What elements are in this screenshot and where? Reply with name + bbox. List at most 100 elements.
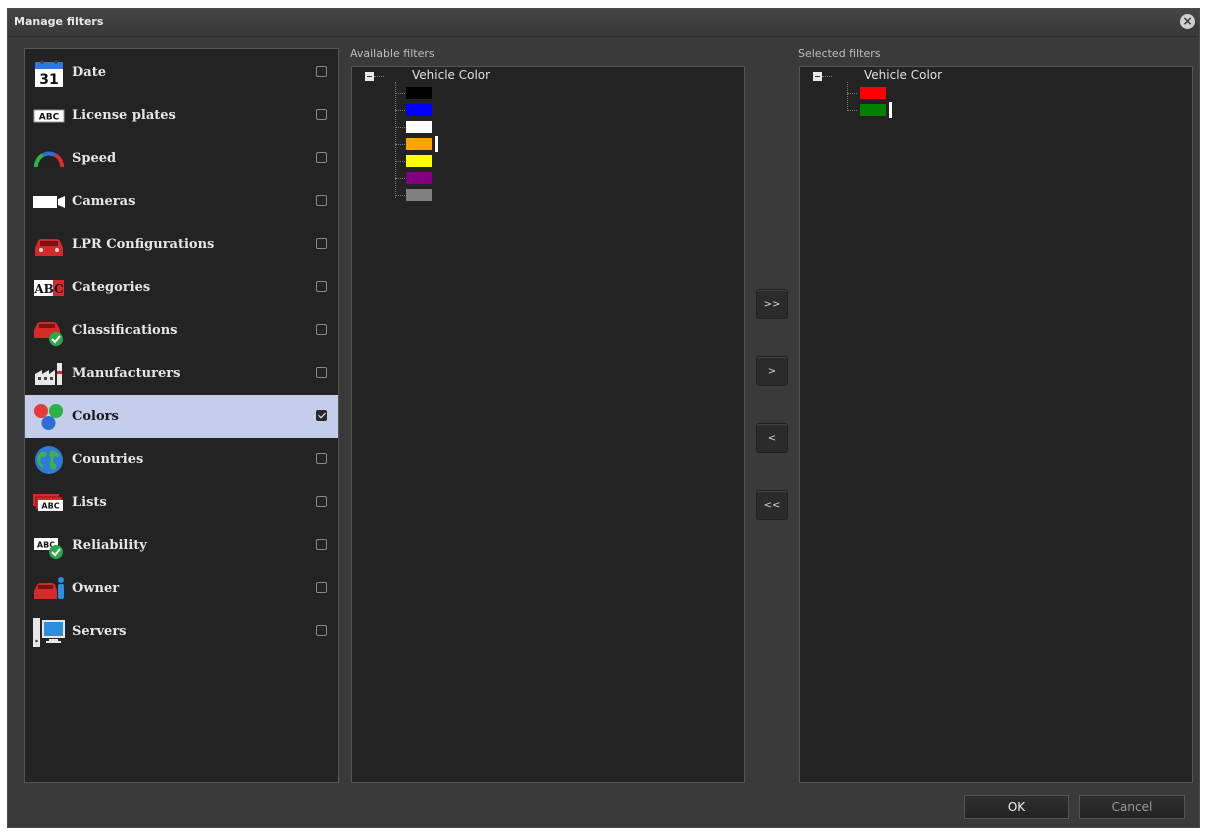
category-label: License plates [72, 108, 176, 123]
remove-all-button[interactable]: << [756, 490, 788, 520]
category-item-owner[interactable]: Owner [25, 567, 338, 610]
category-label: Servers [72, 624, 127, 639]
category-item-servers[interactable]: Servers [25, 610, 338, 653]
category-checkbox[interactable] [316, 66, 327, 77]
category-item-categories[interactable]: ABC Categories [25, 266, 338, 309]
tree-connector [395, 161, 405, 162]
category-checkbox[interactable] [316, 453, 327, 464]
category-checkbox[interactable] [316, 367, 327, 378]
tree-connector [395, 110, 405, 111]
category-checkbox[interactable] [316, 152, 327, 163]
category-label: LPR Configurations [72, 237, 215, 252]
close-icon[interactable]: × [1180, 14, 1195, 29]
category-checkbox[interactable] [316, 539, 327, 550]
tree-connector [395, 144, 405, 145]
tree-connector [847, 82, 848, 111]
tree-connector [374, 76, 384, 77]
color-swatch-red[interactable] [860, 87, 886, 99]
manage-filters-dialog: Manage filters × 31 Date ABC License pla… [7, 8, 1200, 828]
category-checkbox[interactable] [316, 496, 327, 507]
color-swatch-blue[interactable] [406, 104, 432, 116]
category-item-cameras[interactable]: Cameras [25, 180, 338, 223]
category-label: Date [72, 65, 106, 80]
category-item-speed[interactable]: Speed [25, 137, 338, 180]
svg-text:ABC: ABC [39, 113, 60, 123]
filter-category-list: 31 Date ABC License plates Speed Cameras [24, 48, 339, 783]
color-swatch-black[interactable] [406, 87, 432, 99]
car-icon [33, 230, 65, 260]
category-checkbox[interactable] [316, 195, 327, 206]
category-checkbox[interactable] [316, 109, 327, 120]
tree-connector [847, 110, 857, 111]
tree-group-label[interactable]: Vehicle Color [412, 68, 490, 82]
available-filters-header: Available filters [350, 47, 435, 60]
categories-icon: ABC [33, 273, 65, 303]
color-swatch-purple[interactable] [406, 172, 432, 184]
add-button[interactable]: > [756, 356, 788, 386]
svg-text:ABC: ABC [41, 502, 59, 511]
ok-button[interactable]: OK [964, 795, 1069, 819]
category-checkbox[interactable] [316, 281, 327, 292]
collapse-icon[interactable] [365, 72, 374, 81]
color-swatch-green[interactable] [860, 104, 886, 116]
cancel-button[interactable]: Cancel [1079, 795, 1185, 819]
category-item-manufacturers[interactable]: Manufacturers [25, 352, 338, 395]
category-item-lists[interactable]: ABC Lists [25, 481, 338, 524]
dialog-title: Manage filters [14, 15, 104, 28]
category-checkbox[interactable] [316, 582, 327, 593]
tree-connector [395, 82, 396, 198]
category-checkbox[interactable] [316, 238, 327, 249]
camera-icon [33, 187, 65, 217]
add-all-button[interactable]: >> [756, 289, 788, 319]
category-item-colors[interactable]: Colors [25, 395, 338, 438]
title-bar: Manage filters × [8, 9, 1199, 37]
svg-text:31: 31 [39, 72, 58, 88]
tree-connector [395, 195, 405, 196]
category-item-reliability[interactable]: ABC Reliability [25, 524, 338, 567]
svg-text:ABC: ABC [33, 282, 63, 296]
globe-icon [33, 445, 65, 475]
category-item-classifications[interactable]: Classifications [25, 309, 338, 352]
category-item-license-plates[interactable]: ABC License plates [25, 94, 338, 137]
owner-icon [33, 574, 65, 604]
tree-group-label[interactable]: Vehicle Color [864, 68, 942, 82]
color-swatch-orange[interactable] [406, 138, 432, 150]
category-label: Cameras [72, 194, 136, 209]
category-checkbox[interactable] [316, 410, 327, 421]
color-swatch-gray[interactable] [406, 189, 432, 201]
focus-marker [435, 136, 438, 152]
available-filters-tree[interactable]: Vehicle Color [351, 66, 745, 783]
category-label: Speed [72, 151, 117, 166]
license-plate-icon: ABC [33, 101, 65, 131]
category-label: Categories [72, 280, 151, 295]
speedometer-icon [33, 144, 65, 174]
category-label: Colors [72, 409, 119, 424]
collapse-icon[interactable] [813, 72, 822, 81]
tree-connector [847, 93, 857, 94]
category-label: Reliability [72, 538, 147, 553]
tree-connector [822, 76, 832, 77]
category-item-countries[interactable]: Countries [25, 438, 338, 481]
category-label: Manufacturers [72, 366, 181, 381]
category-checkbox[interactable] [316, 324, 327, 335]
factory-icon [33, 359, 65, 389]
lists-icon: ABC [33, 488, 65, 518]
category-label: Lists [72, 495, 107, 510]
focus-marker [889, 102, 892, 118]
selected-filters-header: Selected filters [798, 47, 881, 60]
category-item-date[interactable]: 31 Date [25, 51, 338, 94]
color-swatch-yellow[interactable] [406, 155, 432, 167]
tree-connector [395, 93, 405, 94]
remove-button[interactable]: < [756, 423, 788, 453]
category-label: Classifications [72, 323, 178, 338]
category-item-lpr-configurations[interactable]: LPR Configurations [25, 223, 338, 266]
tree-connector [395, 178, 405, 179]
category-label: Countries [72, 452, 144, 467]
category-checkbox[interactable] [316, 625, 327, 636]
color-swatch-white[interactable] [406, 121, 432, 133]
tree-connector [395, 127, 405, 128]
selected-filters-tree[interactable]: Vehicle Color [799, 66, 1193, 783]
colors-icon [33, 402, 65, 432]
server-icon [33, 617, 65, 647]
category-label: Owner [72, 581, 120, 596]
